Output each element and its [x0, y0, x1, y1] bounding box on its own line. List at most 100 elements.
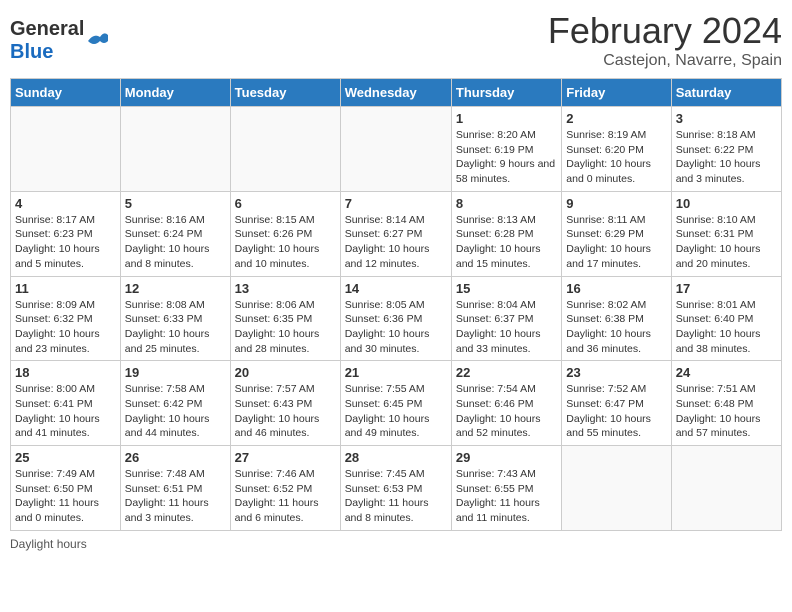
day-info: Sunrise: 7:43 AMSunset: 6:55 PMDaylight:… [456, 467, 557, 526]
day-info: Sunrise: 8:19 AMSunset: 6:20 PMDaylight:… [566, 128, 666, 187]
day-info: Sunrise: 8:05 AMSunset: 6:36 PMDaylight:… [345, 298, 447, 357]
day-info: Sunrise: 7:51 AMSunset: 6:48 PMDaylight:… [676, 382, 777, 441]
calendar-cell: 25 Sunrise: 7:49 AMSunset: 6:50 PMDayligh… [11, 446, 121, 531]
calendar-cell: 3 Sunrise: 8:18 AMSunset: 6:22 PMDaylight… [671, 107, 781, 192]
day-number: 28 [345, 450, 447, 465]
calendar-cell: 11 Sunrise: 8:09 AMSunset: 6:32 PMDayligh… [11, 276, 121, 361]
header-day-friday: Friday [562, 79, 671, 107]
calendar-cell: 10 Sunrise: 8:10 AMSunset: 6:31 PMDayligh… [671, 191, 781, 276]
day-info: Sunrise: 7:46 AMSunset: 6:52 PMDaylight:… [235, 467, 336, 526]
calendar-cell [671, 446, 781, 531]
header-day-monday: Monday [120, 79, 230, 107]
day-info: Sunrise: 8:09 AMSunset: 6:32 PMDaylight:… [15, 298, 116, 357]
day-number: 25 [15, 450, 116, 465]
header: General Blue February 2024 Castejon, Nav… [10, 10, 782, 70]
day-number: 2 [566, 111, 666, 126]
day-info: Sunrise: 7:45 AMSunset: 6:53 PMDaylight:… [345, 467, 447, 526]
day-info: Sunrise: 8:02 AMSunset: 6:38 PMDaylight:… [566, 298, 666, 357]
day-info: Sunrise: 8:06 AMSunset: 6:35 PMDaylight:… [235, 298, 336, 357]
calendar-cell [340, 107, 451, 192]
calendar-cell [562, 446, 671, 531]
day-number: 13 [235, 281, 336, 296]
day-number: 17 [676, 281, 777, 296]
day-number: 24 [676, 365, 777, 380]
sub-title: Castejon, Navarre, Spain [548, 52, 782, 70]
day-number: 20 [235, 365, 336, 380]
day-info: Sunrise: 8:15 AMSunset: 6:26 PMDaylight:… [235, 213, 336, 272]
day-info: Sunrise: 8:10 AMSunset: 6:31 PMDaylight:… [676, 213, 777, 272]
day-number: 4 [15, 196, 116, 211]
calendar-week-row: 18Sunrise: 8:00 AMSunset: 6:41 PMDayligh… [11, 361, 782, 446]
day-number: 5 [125, 196, 226, 211]
calendar-cell: 24 Sunrise: 7:51 AMSunset: 6:48 PMDayligh… [671, 361, 781, 446]
calendar-cell: 9 Sunrise: 8:11 AMSunset: 6:29 PMDaylight… [562, 191, 671, 276]
logo-text: General Blue [10, 18, 84, 64]
day-info: Sunrise: 8:14 AMSunset: 6:27 PMDaylight:… [345, 213, 447, 272]
day-info: Sunrise: 8:16 AMSunset: 6:24 PMDaylight:… [125, 213, 226, 272]
logo-icon [86, 29, 110, 53]
calendar-cell: 23Sunrise: 7:52 AMSunset: 6:47 PMDayligh… [562, 361, 671, 446]
day-number: 26 [125, 450, 226, 465]
calendar-table: SundayMondayTuesdayWednesdayThursdayFrid… [10, 78, 782, 531]
calendar-cell: 15 Sunrise: 8:04 AMSunset: 6:37 PMDayligh… [451, 276, 561, 361]
day-number: 11 [15, 281, 116, 296]
calendar-cell: 6 Sunrise: 8:15 AMSunset: 6:26 PMDaylight… [230, 191, 340, 276]
calendar-cell [120, 107, 230, 192]
day-number: 9 [566, 196, 666, 211]
day-number: 6 [235, 196, 336, 211]
calendar-week-row: 11 Sunrise: 8:09 AMSunset: 6:32 PMDayligh… [11, 276, 782, 361]
day-number: 15 [456, 281, 557, 296]
calendar-header-row: SundayMondayTuesdayWednesdayThursdayFrid… [11, 79, 782, 107]
day-info: Sunrise: 7:57 AMSunset: 6:43 PMDaylight:… [235, 382, 336, 441]
calendar-week-row: 25 Sunrise: 7:49 AMSunset: 6:50 PMDayligh… [11, 446, 782, 531]
day-number: 16 [566, 281, 666, 296]
calendar-cell: 7 Sunrise: 8:14 AMSunset: 6:27 PMDaylight… [340, 191, 451, 276]
calendar-cell: 14 Sunrise: 8:05 AMSunset: 6:36 PMDayligh… [340, 276, 451, 361]
header-day-wednesday: Wednesday [340, 79, 451, 107]
header-day-tuesday: Tuesday [230, 79, 340, 107]
calendar-week-row: 1 Sunrise: 8:20 AMSunset: 6:19 PMDaylight… [11, 107, 782, 192]
calendar-cell: 12 Sunrise: 8:08 AMSunset: 6:33 PMDayligh… [120, 276, 230, 361]
calendar-cell: 20 Sunrise: 7:57 AMSunset: 6:43 PMDayligh… [230, 361, 340, 446]
calendar-cell: 26 Sunrise: 7:48 AMSunset: 6:51 PMDayligh… [120, 446, 230, 531]
day-info: Sunrise: 8:00 AMSunset: 6:41 PMDaylight:… [15, 382, 116, 441]
main-title: February 2024 [548, 10, 782, 52]
day-info: Sunrise: 8:13 AMSunset: 6:28 PMDaylight:… [456, 213, 557, 272]
day-number: 23 [566, 365, 666, 380]
day-info: Sunrise: 7:54 AMSunset: 6:46 PMDaylight:… [456, 382, 557, 441]
calendar-cell: 28 Sunrise: 7:45 AMSunset: 6:53 PMDayligh… [340, 446, 451, 531]
logo-general: General [10, 18, 84, 40]
day-info: Sunrise: 7:49 AMSunset: 6:50 PMDaylight:… [15, 467, 116, 526]
day-info: Sunrise: 8:11 AMSunset: 6:29 PMDaylight:… [566, 213, 666, 272]
calendar-cell: 2 Sunrise: 8:19 AMSunset: 6:20 PMDaylight… [562, 107, 671, 192]
calendar-cell: 1 Sunrise: 8:20 AMSunset: 6:19 PMDaylight… [451, 107, 561, 192]
day-number: 19 [125, 365, 226, 380]
day-info: Sunrise: 8:08 AMSunset: 6:33 PMDaylight:… [125, 298, 226, 357]
calendar-cell: 21 Sunrise: 7:55 AMSunset: 6:45 PMDayligh… [340, 361, 451, 446]
day-number: 1 [456, 111, 557, 126]
day-info: Sunrise: 8:04 AMSunset: 6:37 PMDaylight:… [456, 298, 557, 357]
day-info: Sunrise: 7:55 AMSunset: 6:45 PMDaylight:… [345, 382, 447, 441]
day-number: 7 [345, 196, 447, 211]
calendar-cell: 17 Sunrise: 8:01 AMSunset: 6:40 PMDayligh… [671, 276, 781, 361]
day-info: Sunrise: 7:48 AMSunset: 6:51 PMDaylight:… [125, 467, 226, 526]
day-number: 14 [345, 281, 447, 296]
day-number: 12 [125, 281, 226, 296]
day-number: 22 [456, 365, 557, 380]
day-number: 3 [676, 111, 777, 126]
day-number: 29 [456, 450, 557, 465]
title-area: February 2024 Castejon, Navarre, Spain [548, 10, 782, 70]
calendar-week-row: 4Sunrise: 8:17 AMSunset: 6:23 PMDaylight… [11, 191, 782, 276]
day-number: 27 [235, 450, 336, 465]
header-day-sunday: Sunday [11, 79, 121, 107]
day-info: Sunrise: 8:18 AMSunset: 6:22 PMDaylight:… [676, 128, 777, 187]
day-info: Sunrise: 8:01 AMSunset: 6:40 PMDaylight:… [676, 298, 777, 357]
calendar-cell: 5 Sunrise: 8:16 AMSunset: 6:24 PMDaylight… [120, 191, 230, 276]
day-info: Sunrise: 8:20 AMSunset: 6:19 PMDaylight:… [456, 128, 557, 187]
calendar-cell: 27 Sunrise: 7:46 AMSunset: 6:52 PMDayligh… [230, 446, 340, 531]
calendar-cell: 18Sunrise: 8:00 AMSunset: 6:41 PMDayligh… [11, 361, 121, 446]
day-number: 10 [676, 196, 777, 211]
header-day-saturday: Saturday [671, 79, 781, 107]
day-number: 21 [345, 365, 447, 380]
calendar-cell: 19Sunrise: 7:58 AMSunset: 6:42 PMDayligh… [120, 361, 230, 446]
